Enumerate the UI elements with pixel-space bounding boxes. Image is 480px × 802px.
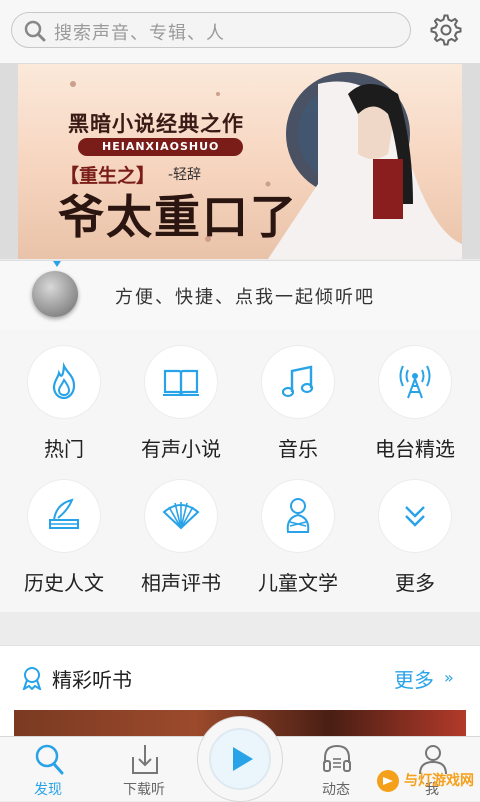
chevron-down-icon — [405, 506, 425, 527]
section-title: 精彩听书 — [52, 668, 132, 692]
flame-icon — [52, 362, 76, 400]
banner-big-title: 爷太重口了 — [58, 190, 298, 244]
banner-edge-left — [0, 64, 18, 259]
site-watermark: 与灯游戏网 — [372, 766, 478, 796]
category-history[interactable]: 历史人文 — [6, 463, 122, 595]
radio-tower-icon — [399, 365, 431, 399]
quick-listen-hint: 方便、快捷、点我一起倾听吧 — [115, 287, 375, 308]
double-chevron-right-icon[interactable]: » — [444, 668, 454, 687]
tab-discover[interactable]: 发现 — [0, 737, 96, 801]
tab-activity[interactable]: 动态 — [288, 737, 384, 801]
watermark-text: 与灯游戏网 — [404, 773, 474, 789]
fan-icon — [162, 502, 200, 530]
watermark-logo-icon — [377, 770, 399, 792]
category-hot[interactable]: 热门 — [6, 329, 122, 461]
category-label: 更多 — [395, 571, 435, 595]
category-icon-circle — [379, 480, 451, 552]
tab-label: 发现 — [34, 782, 62, 798]
tab-download[interactable]: 下载听 — [96, 737, 192, 801]
category-icon-circle — [262, 480, 334, 552]
category-icon-circle — [262, 346, 334, 418]
category-label: 热门 — [44, 437, 84, 461]
center-play-holder — [197, 716, 283, 802]
category-label: 相声评书 — [141, 571, 221, 595]
search-bar[interactable]: 搜索声音、专辑、人 — [11, 12, 411, 48]
ribbon-medal-icon — [22, 667, 42, 690]
search-input[interactable]: 搜索声音、专辑、人 — [54, 19, 225, 45]
category-icon-circle — [145, 346, 217, 418]
category-more[interactable]: 更多 — [357, 463, 473, 595]
knob-indicator-icon — [53, 261, 61, 267]
baby-icon — [286, 498, 310, 533]
section-more-link[interactable]: 更多 — [394, 664, 434, 693]
category-music[interactable]: 音乐 — [240, 329, 356, 461]
tab-label: 动态 — [322, 782, 350, 798]
quick-listen-bar[interactable]: 方便、快捷、点我一起倾听吧 — [0, 260, 480, 330]
category-icon-circle — [379, 346, 451, 418]
promo-banner[interactable]: 黑暗小说经典之作 HEIANXIAOSHUO 【重生之】 -轻辞 爷太重口了 — [18, 64, 462, 259]
play-icon — [233, 747, 253, 771]
scroll-quill-icon — [49, 498, 79, 529]
play-knob[interactable] — [32, 271, 78, 317]
category-label: 电台精选 — [375, 437, 455, 461]
download-icon — [132, 745, 158, 774]
category-crosstalk[interactable]: 相声评书 — [123, 463, 239, 595]
search-icon — [24, 20, 46, 42]
banner-title: 黑暗小说经典之作 — [68, 112, 244, 136]
headset-icon — [323, 744, 351, 772]
book-icon — [163, 369, 199, 396]
tab-label: 下载听 — [123, 782, 165, 798]
category-icon-circle — [28, 346, 100, 418]
category-children[interactable]: 儿童文学 — [240, 463, 356, 595]
category-grid: 热门 有声小说 音乐 电台精选 历史人文 相声评书 儿童文学 更多 — [0, 329, 480, 612]
category-audio-novel[interactable]: 有声小说 — [123, 329, 239, 461]
play-button[interactable] — [209, 728, 271, 790]
category-radio[interactable]: 电台精选 — [357, 329, 473, 461]
gear-icon[interactable] — [430, 14, 462, 46]
banner-edge-right — [462, 64, 480, 259]
top-bar: 搜索声音、专辑、人 — [0, 0, 480, 64]
banner-pill: HEIANXIAOSHUO — [78, 138, 244, 156]
category-icon-circle — [145, 480, 217, 552]
discover-search-icon — [35, 744, 64, 775]
category-icon-circle — [28, 480, 100, 552]
category-label: 儿童文学 — [258, 571, 338, 595]
music-note-icon — [281, 365, 314, 398]
category-label: 音乐 — [278, 437, 318, 461]
category-label: 历史人文 — [24, 571, 104, 595]
category-label: 有声小说 — [141, 437, 221, 461]
